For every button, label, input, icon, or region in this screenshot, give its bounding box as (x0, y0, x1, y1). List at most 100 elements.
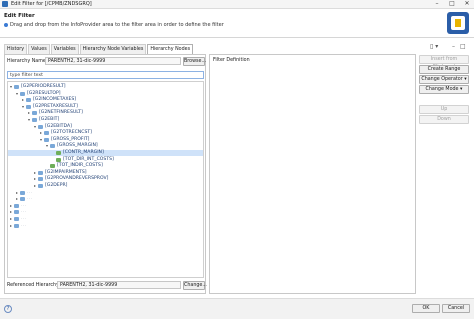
hierarchy-node-icon (38, 177, 43, 182)
help-icon[interactable]: ? (4, 305, 12, 313)
hierarchy-node-icon (38, 184, 43, 188)
tree-node[interactable]: ▾ [GROSS_MARGIN] (8, 143, 203, 149)
tree-node[interactable]: ▾ [G2PRETAXRESULT] (8, 104, 203, 110)
hierarchy-node-icon (32, 111, 37, 116)
hierarchy-node-icon (26, 98, 31, 103)
cancel-button[interactable]: Cancel (442, 304, 470, 313)
tree-node[interactable]: ▾ [G2EBIT] (8, 117, 203, 123)
tree-node[interactable]: ▾ [G2RESULTOP] (8, 91, 203, 97)
dialog-footer: ? OK Cancel (0, 298, 474, 319)
tab-variables[interactable]: Variables (50, 44, 79, 54)
tree-node[interactable]: ▸ [G2DEPR] (8, 183, 203, 189)
leaf-node-icon (50, 164, 55, 169)
dialog-heading: Edit Filter (4, 13, 35, 19)
browse-button[interactable]: Browse... (183, 57, 206, 66)
tab-hierarchy-nodes[interactable]: Hierarchy Nodes (147, 44, 194, 54)
expand-chevron-icon[interactable]: ▸ (33, 183, 37, 189)
hierarchy-node-icon (20, 91, 25, 96)
hierarchy-node-icon (38, 124, 43, 129)
collapse-chevron-icon[interactable]: ▾ (39, 137, 43, 143)
dialog-header: Edit Filter Drag and drop from the InfoP… (0, 9, 474, 38)
move-up-button[interactable]: Up (419, 105, 469, 114)
tree-node[interactable]: ▸ [G2TOTRECNCST] (8, 130, 203, 136)
expand-chevron-icon[interactable]: ▸ (21, 97, 25, 103)
filter-text-input[interactable]: type filter text (7, 71, 204, 79)
tree-node[interactable]: ▸ [G2INCOMETAXES] (8, 97, 203, 103)
tree-node-label: [GROSS_PROFIT] (51, 136, 90, 142)
hierarchy-node-icon (44, 137, 49, 142)
leaf-node-icon (56, 151, 61, 155)
tree-node-label: ... (21, 202, 27, 208)
filter-definition-panel[interactable]: Filter Definition (209, 54, 416, 294)
view-menu-icon[interactable]: ▯ ▾ (430, 43, 438, 50)
ok-button[interactable]: OK (412, 304, 440, 313)
collapse-chevron-icon[interactable]: ▾ (15, 91, 19, 97)
referenced-hierarchy-label: Referenced Hierarchy: (7, 283, 61, 288)
collapse-chevron-icon[interactable]: ▾ (45, 143, 49, 149)
expand-chevron-icon[interactable]: ▸ (15, 190, 19, 196)
maximize-view-icon[interactable]: □ (460, 43, 466, 50)
expand-chevron-icon[interactable]: ▸ (33, 170, 37, 176)
hierarchy-node-icon (38, 170, 43, 175)
create-range-button[interactable]: Create Range (419, 65, 469, 74)
change-hierarchy-button[interactable]: Change... (183, 281, 207, 290)
expand-chevron-icon[interactable]: ▸ (15, 196, 19, 202)
hierarchy-node-icon (20, 197, 25, 202)
tree-node[interactable]: ▾ [G2EBITDA] (8, 124, 203, 130)
hierarchy-node-icon (14, 85, 19, 89)
change-operator-button[interactable]: Change Operator ▾ (419, 75, 469, 84)
expand-chevron-icon[interactable]: ▸ (9, 203, 13, 209)
tab-values[interactable]: Values (28, 44, 50, 54)
collapse-chevron-icon[interactable]: ▾ (27, 117, 31, 123)
move-down-button[interactable]: Down (419, 115, 469, 124)
expand-chevron-icon[interactable]: ▸ (39, 130, 43, 136)
tab-hierarchy-node-variables[interactable]: Hierarchy Node Variables (79, 44, 147, 54)
expand-chevron-icon[interactable]: ▸ (27, 110, 31, 116)
tree-node[interactable]: [CONTR_MARGIN] (8, 150, 203, 156)
tree-node[interactable]: ▸... (8, 209, 203, 215)
tree-node[interactable]: ▸ [G2IMPAIRMENTS] (8, 170, 203, 176)
tree-node-label: ... (21, 216, 27, 221)
tree-node[interactable]: ▸ [G2NETFINRESULT] (8, 110, 203, 116)
app-icon (2, 1, 8, 7)
tree-node[interactable]: [TOT_DIR_INT_COSTS] (8, 157, 203, 163)
expand-chevron-icon[interactable]: ▸ (33, 176, 37, 182)
tree-node[interactable]: ▾ [G2PERIODRESULT] (8, 84, 203, 90)
tree-node[interactable]: ▸... (8, 203, 203, 209)
hierarchy-nodes-panel: Hierarchy Name: PARENTH2, 31-dic-9999 Br… (4, 54, 207, 294)
hierarchy-name-field[interactable]: PARENTH2, 31-dic-9999 (45, 57, 181, 65)
minimize-view-icon[interactable]: – (452, 43, 455, 50)
change-mode-button[interactable]: Change Mode ▾ (419, 85, 469, 94)
hierarchy-node-icon (26, 104, 31, 109)
tree-node[interactable]: ▾ [GROSS_PROFIT] (8, 137, 203, 143)
tree-node-label: [TOT_INDIR_COSTS] (57, 163, 103, 169)
expand-chevron-icon[interactable]: ▸ (9, 216, 13, 222)
insert-from-clipboard-button[interactable]: Insert from Clipboard (419, 55, 469, 70)
view-toolbar: ▯ ▾ – □ (428, 43, 468, 51)
tree-node-label: [G2EBITDA] (45, 123, 72, 129)
tree-node-label: ... (27, 189, 33, 195)
window-title: Edit Filter for [/CPMB/ZNDSGRQ] (11, 1, 92, 7)
collapse-chevron-icon[interactable]: ▾ (21, 104, 25, 110)
hierarchy-node-icon (14, 210, 19, 215)
tree-node[interactable]: ▸... (8, 223, 203, 229)
hierarchy-node-icon (14, 203, 19, 208)
tree-node-label: [G2EBIT] (39, 117, 60, 122)
tree-node[interactable]: ▸... (8, 196, 203, 202)
tree-node[interactable]: ▸ [G2PROVANDREVERSPROV] (8, 176, 203, 182)
tree-node-label: ... (21, 209, 27, 215)
tree-node[interactable]: ▸... (8, 216, 203, 222)
tab-history[interactable]: History (4, 44, 28, 54)
expand-chevron-icon[interactable]: ▸ (9, 223, 13, 229)
minimize-window-button[interactable]: – (430, 0, 444, 8)
expand-chevron-icon[interactable]: ▸ (9, 209, 13, 215)
close-window-button[interactable]: ✕ (460, 0, 474, 8)
tree-node[interactable]: ▸... (8, 190, 203, 196)
collapse-chevron-icon[interactable]: ▾ (33, 124, 37, 130)
dialog-message: Drag and drop from the InfoProvider area… (10, 22, 224, 28)
tree-node[interactable]: [TOT_INDIR_COSTS] (8, 163, 203, 169)
tree-node-label: ... (21, 222, 27, 228)
collapse-chevron-icon[interactable]: ▾ (9, 84, 13, 90)
maximize-window-button[interactable]: □ (445, 0, 459, 8)
hierarchy-tree[interactable]: ▾ [G2PERIODRESULT] ▾ [G2RESULTOP] ▸ [G2INCOME… (7, 81, 204, 278)
